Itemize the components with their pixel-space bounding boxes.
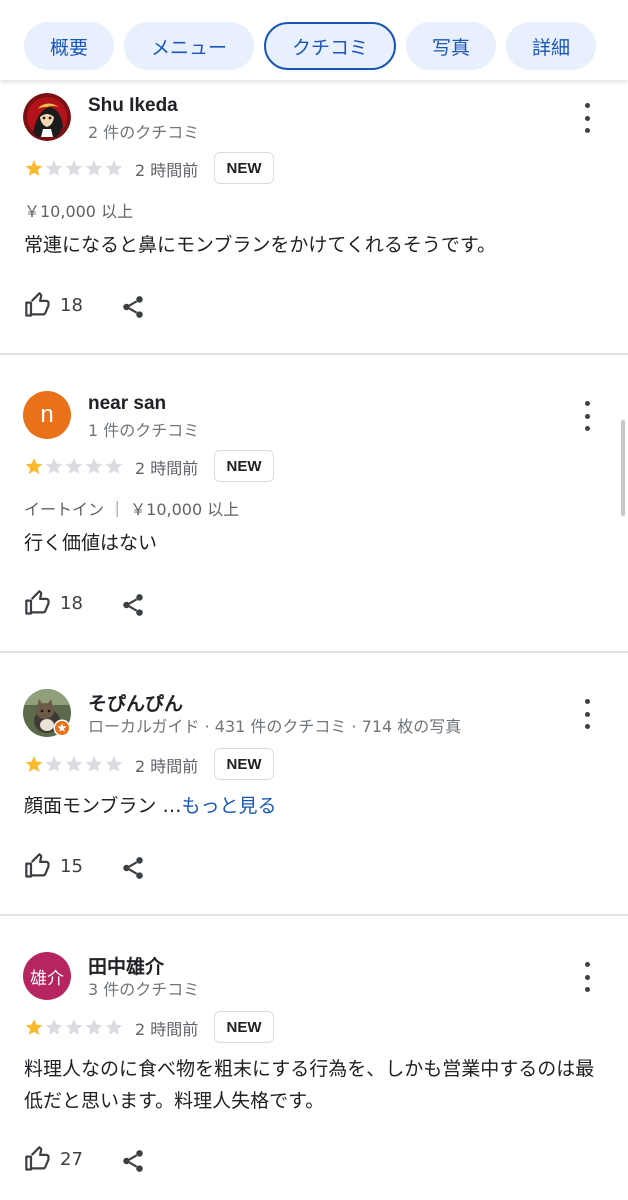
tab-bar: 概要 メニュー クチコミ 写真 詳細 [0, 0, 628, 80]
local-guide-badge-icon [53, 719, 71, 737]
star-filled-icon [25, 756, 43, 772]
more-options-icon[interactable] [576, 103, 598, 133]
star-empty-icon [45, 1019, 63, 1035]
star-empty-icon [105, 1019, 123, 1035]
reviewer-name[interactable]: Shu Ikeda [88, 95, 178, 117]
star-empty-icon [65, 458, 83, 474]
reviewer-avatar[interactable]: 雄介 [23, 952, 71, 1000]
review-time: 2 時間前 [135, 161, 199, 180]
reviewer-avatar[interactable]: n [23, 391, 71, 439]
like-button[interactable]: 27 [24, 1145, 83, 1173]
star-empty-icon [65, 756, 83, 772]
thumbs-up-icon [25, 853, 50, 878]
share-button[interactable] [120, 294, 146, 320]
scrollbar[interactable] [621, 420, 625, 516]
star-empty-icon [85, 1019, 103, 1035]
share-button[interactable] [120, 592, 146, 618]
review-text: 顔面モンブラン … [24, 795, 182, 817]
star-rating [24, 1017, 124, 1037]
tab-photos[interactable]: 写真 [406, 22, 496, 70]
more-options-icon[interactable] [576, 962, 598, 992]
reviewer-meta: 2 件のクチコミ [88, 123, 200, 142]
review-text-container: 顔面モンブラン …もっと見る [24, 790, 604, 822]
thumbs-up-icon [25, 590, 50, 615]
reviewer-meta: 1 件のクチコミ [88, 421, 200, 440]
star-rating [24, 158, 124, 178]
star-filled-icon [25, 458, 43, 474]
tab-reviews[interactable]: クチコミ [264, 22, 396, 70]
tab-details[interactable]: 詳細 [506, 22, 596, 70]
price-info: イートイン ｜ ￥10,000 以上 [24, 500, 240, 519]
share-button[interactable] [120, 1148, 146, 1174]
reviewer-name[interactable]: near san [88, 393, 166, 415]
star-empty-icon [105, 756, 123, 772]
like-button[interactable]: 18 [24, 589, 83, 617]
star-filled-icon [25, 1019, 43, 1035]
like-count: 15 [60, 855, 83, 877]
star-empty-icon [65, 1019, 83, 1035]
thumbs-up-icon [25, 1146, 50, 1171]
tab-menu[interactable]: メニュー [124, 22, 254, 70]
star-empty-icon [45, 756, 63, 772]
reviewer-meta: 3 件のクチコミ [88, 980, 200, 999]
tab-overview[interactable]: 概要 [24, 22, 114, 70]
star-empty-icon [85, 458, 103, 474]
review-time: 2 時間前 [135, 1020, 199, 1039]
reviewer-meta[interactable]: ローカルガイド · 431 件のクチコミ · 714 枚の写真 [88, 713, 461, 737]
avatar-letter: 雄介 [30, 968, 64, 989]
star-rating [24, 754, 124, 774]
new-badge: NEW [214, 1011, 274, 1043]
reviewer-avatar[interactable] [23, 689, 71, 737]
anime-character-avatar [23, 93, 71, 141]
star-empty-icon [85, 756, 103, 772]
star-empty-icon [65, 160, 83, 176]
share-icon [123, 594, 143, 616]
price-info: ￥10,000 以上 [24, 202, 134, 221]
star-empty-icon [105, 160, 123, 176]
share-button[interactable] [120, 855, 146, 881]
new-badge: NEW [214, 748, 274, 780]
share-icon [123, 296, 143, 318]
reviewer-name[interactable]: そぴんぴん [88, 689, 183, 716]
star-rating [24, 456, 124, 476]
review-text: 常連になると鼻にモンブランをかけてくれるそうです。 [24, 234, 496, 256]
like-count: 27 [60, 1148, 83, 1170]
reviewer-name[interactable]: 田中雄介 [88, 952, 164, 979]
new-badge: NEW [214, 152, 274, 184]
review-divider [0, 651, 628, 653]
more-options-icon[interactable] [576, 401, 598, 431]
review-time: 2 時間前 [135, 459, 199, 478]
star-filled-icon [25, 160, 43, 176]
review-divider [0, 914, 628, 916]
like-count: 18 [60, 592, 83, 614]
like-button[interactable]: 18 [24, 291, 83, 319]
star-empty-icon [105, 458, 123, 474]
more-options-icon[interactable] [576, 699, 598, 729]
new-badge: NEW [214, 450, 274, 482]
share-icon [123, 857, 143, 879]
review-divider [0, 353, 628, 355]
avatar-letter: n [40, 401, 54, 428]
like-count: 18 [60, 294, 83, 316]
reviewer-avatar[interactable] [23, 93, 71, 141]
review-text: 行く価値はない [24, 532, 158, 554]
star-empty-icon [85, 160, 103, 176]
thumbs-up-icon [25, 292, 50, 317]
share-icon [123, 1150, 143, 1172]
star-empty-icon [45, 458, 63, 474]
review-time: 2 時間前 [135, 757, 199, 776]
star-empty-icon [45, 160, 63, 176]
like-button[interactable]: 15 [24, 852, 83, 880]
see-more-link[interactable]: もっと見る [181, 795, 276, 817]
review-text: 料理人なのに食べ物を粗末にする行為を、しかも営業中するのは最低だと思います。料理… [24, 1058, 595, 1112]
